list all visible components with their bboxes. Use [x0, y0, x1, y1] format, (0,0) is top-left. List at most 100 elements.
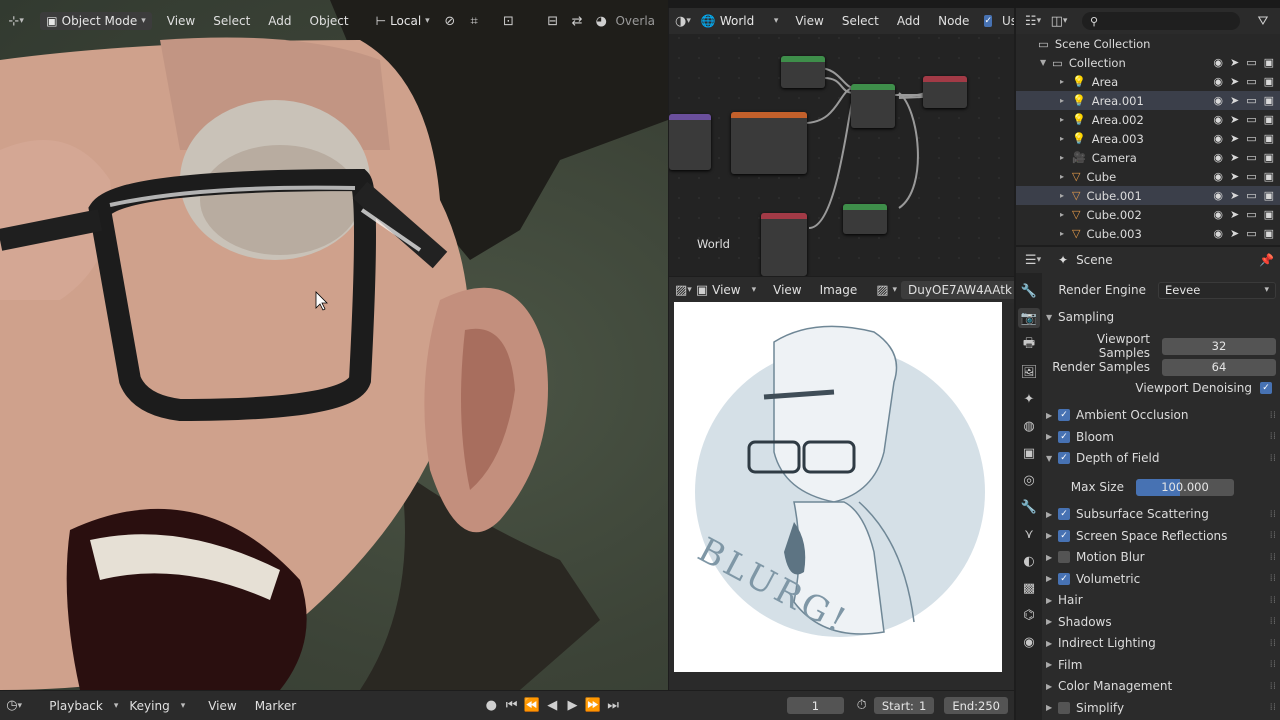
- drag-handle-icon[interactable]: ⁞⁞: [1270, 595, 1276, 606]
- image-mode-icon[interactable]: ▣: [696, 280, 708, 300]
- expand-arrow-icon[interactable]: ▸: [1060, 96, 1072, 105]
- record-icon[interactable]: ●: [483, 696, 499, 716]
- image-menu-image[interactable]: Image: [813, 281, 865, 299]
- outliner-item[interactable]: ▸ 💡 Area.003 ◉ ➤ ▭ ▣: [1016, 129, 1280, 148]
- material-tab-icon[interactable]: ◐: [1018, 551, 1040, 571]
- outliner-item[interactable]: ▸ 🎥 Camera ◉ ➤ ▭ ▣: [1016, 148, 1280, 167]
- outliner-collection[interactable]: ▼ ▭ Collection ◉ ➤ ▭ ▣: [1016, 53, 1280, 72]
- camera-render-icon[interactable]: ▣: [1264, 227, 1274, 240]
- drag-handle-icon[interactable]: ⁞⁞: [1270, 530, 1276, 541]
- panel-header[interactable]: ▶ Indirect Lighting ⁞⁞: [1046, 633, 1276, 653]
- camera-render-icon[interactable]: ▣: [1264, 113, 1274, 126]
- monitor-icon[interactable]: ▭: [1246, 227, 1256, 240]
- drag-handle-icon[interactable]: ⁞⁞: [1270, 638, 1276, 649]
- outliner-scene-collection[interactable]: ▭ Scene Collection: [1016, 34, 1280, 53]
- panel-checkbox[interactable]: ✓: [1058, 409, 1070, 421]
- start-frame-field[interactable]: Start: 1: [873, 697, 935, 714]
- background-node[interactable]: [781, 56, 825, 88]
- end-frame-field[interactable]: End: 250: [944, 697, 1008, 714]
- modifier-tab-icon[interactable]: 🔧: [1018, 497, 1040, 517]
- select-icon[interactable]: ➤: [1230, 132, 1239, 145]
- object-tab-icon[interactable]: ▣: [1018, 443, 1040, 463]
- constraints-tab-icon[interactable]: ⌬: [1018, 605, 1040, 625]
- select-icon[interactable]: ➤: [1230, 94, 1239, 107]
- image-menu-view-2[interactable]: View: [766, 281, 808, 299]
- panel-arrow-icon[interactable]: ▶: [1046, 596, 1058, 605]
- panel-arrow-icon[interactable]: ▶: [1046, 411, 1058, 420]
- image-name[interactable]: DuyOE7AW4AAtk: [901, 281, 1014, 299]
- eye-icon[interactable]: ◉: [1213, 151, 1223, 164]
- panel-arrow-icon[interactable]: ▶: [1046, 531, 1058, 540]
- monitor-icon[interactable]: ▭: [1246, 132, 1256, 145]
- camera-render-icon[interactable]: ▣: [1264, 170, 1274, 183]
- menu-view[interactable]: View: [160, 12, 202, 30]
- mapping-node[interactable]: [669, 114, 711, 170]
- outliner-item[interactable]: ▸ ▽ Cube.001 ◉ ➤ ▭ ▣: [1016, 186, 1280, 205]
- panel-arrow-icon[interactable]: ▶: [1046, 574, 1058, 583]
- panel-header[interactable]: ▶ ✓ Subsurface Scattering ⁞⁞: [1046, 504, 1276, 524]
- select-icon[interactable]: ➤: [1230, 75, 1239, 88]
- mode-dropdown[interactable]: ▣ Object Mode ▾: [40, 12, 152, 30]
- drag-handle-icon[interactable]: ⁞⁞: [1270, 552, 1276, 563]
- node-editor[interactable]: ◑▾ 🌐 World ▾ View Select Add Node ✓ Use …: [669, 8, 1014, 276]
- outliner-type-icon[interactable]: ☷ ▾: [1022, 11, 1044, 31]
- panel-arrow-icon[interactable]: ▶: [1046, 639, 1058, 648]
- expand-arrow-icon[interactable]: ▸: [1060, 229, 1072, 238]
- expand-arrow-icon[interactable]: ▸: [1060, 172, 1072, 181]
- panel-arrow-icon[interactable]: ▶: [1046, 617, 1058, 626]
- physics-tab-icon[interactable]: ◎: [1018, 470, 1040, 490]
- monitor-icon[interactable]: ▭: [1246, 151, 1256, 164]
- proportional-edit-icon[interactable]: ⊡: [498, 11, 518, 31]
- outliner-item[interactable]: ▸ ▽ Cube.002 ◉ ➤ ▭ ▣: [1016, 205, 1280, 224]
- render-samples-field[interactable]: 64: [1162, 358, 1276, 376]
- select-icon[interactable]: ➤: [1230, 151, 1239, 164]
- panel-header[interactable]: ▶ Film ⁞⁞: [1046, 655, 1276, 675]
- render-tab-icon[interactable]: 📷: [1018, 308, 1040, 328]
- drag-handle-icon[interactable]: ⁞⁞: [1270, 410, 1276, 421]
- background-node-2[interactable]: [843, 204, 887, 234]
- image-texture-node[interactable]: [731, 112, 807, 174]
- select-icon[interactable]: ➤: [1230, 189, 1239, 202]
- monitor-icon[interactable]: ▭: [1246, 113, 1256, 126]
- panel-checkbox[interactable]: ✓: [1058, 572, 1070, 585]
- panel-arrow-icon[interactable]: ▶: [1046, 660, 1058, 669]
- editor-type-icon[interactable]: ⊹ ▾: [6, 11, 26, 31]
- panel-header[interactable]: ▶ Simplify ⁞⁞: [1046, 698, 1276, 718]
- image-menu-view[interactable]: View: [712, 281, 747, 299]
- outliner-item[interactable]: ▸ 💡 Area.001 ◉ ➤ ▭ ▣: [1016, 91, 1280, 110]
- image-editor-type-icon[interactable]: ▨ ▾: [675, 280, 692, 300]
- expand-arrow-icon[interactable]: ▸: [1060, 77, 1072, 86]
- output-tab-icon[interactable]: 🖶: [1018, 335, 1040, 355]
- panel-arrow-icon[interactable]: ▶: [1046, 703, 1058, 712]
- data-tab-icon[interactable]: ◉: [1018, 632, 1040, 652]
- panel-checkbox[interactable]: ✓: [1058, 430, 1070, 443]
- select-icon[interactable]: ➤: [1230, 56, 1239, 69]
- drag-handle-icon[interactable]: ⁞⁞: [1270, 681, 1276, 692]
- monitor-icon[interactable]: ▭: [1246, 75, 1256, 88]
- camera-render-icon[interactable]: ▣: [1264, 151, 1274, 164]
- panel-checkbox[interactable]: ✓: [1058, 452, 1070, 464]
- pin-icon[interactable]: 📌: [1259, 253, 1274, 267]
- panel-header[interactable]: ▶ Hair ⁞⁞: [1046, 590, 1276, 610]
- outliner-item[interactable]: ▸ 💡 Area ◉ ➤ ▭ ▣: [1016, 72, 1280, 91]
- render-engine-dropdown[interactable]: Eevee ▾: [1158, 281, 1276, 299]
- eye-icon[interactable]: ◉: [1213, 56, 1223, 69]
- image-browse-icon[interactable]: ▨: [876, 280, 888, 300]
- outliner-item[interactable]: ▸ ▽ Cube ◉ ➤ ▭ ▣: [1016, 167, 1280, 186]
- drag-handle-icon[interactable]: ⁞⁞: [1270, 509, 1276, 520]
- camera-render-icon[interactable]: ▣: [1264, 208, 1274, 221]
- monitor-icon[interactable]: ▭: [1246, 189, 1256, 202]
- select-icon[interactable]: ➤: [1230, 208, 1239, 221]
- sampling-panel-header[interactable]: ▼ Sampling: [1046, 307, 1276, 327]
- expand-arrow-icon[interactable]: ▼: [1040, 58, 1052, 67]
- expand-arrow-icon[interactable]: ▸: [1060, 134, 1072, 143]
- play-icon[interactable]: ▶: [564, 696, 580, 716]
- panel-checkbox[interactable]: [1058, 551, 1070, 563]
- panel-header[interactable]: ▼ ✓ Depth of Field ⁞⁞: [1046, 448, 1276, 468]
- pivot-icon[interactable]: ⊘: [440, 11, 460, 31]
- properties-editor[interactable]: ☰ ▾ ✦ Scene 📌 🔧 📷 🖶 🖼 ✦ ◍ ▣ ◎ 🔧 ⋎ ◐ ▩ ⌬ ◉…: [1016, 247, 1280, 720]
- panel-checkbox[interactable]: [1058, 701, 1070, 714]
- drag-handle-icon[interactable]: ⁞⁞: [1270, 659, 1276, 670]
- menu-playback[interactable]: Playback: [42, 697, 110, 715]
- panel-arrow-icon[interactable]: ▶: [1046, 510, 1058, 519]
